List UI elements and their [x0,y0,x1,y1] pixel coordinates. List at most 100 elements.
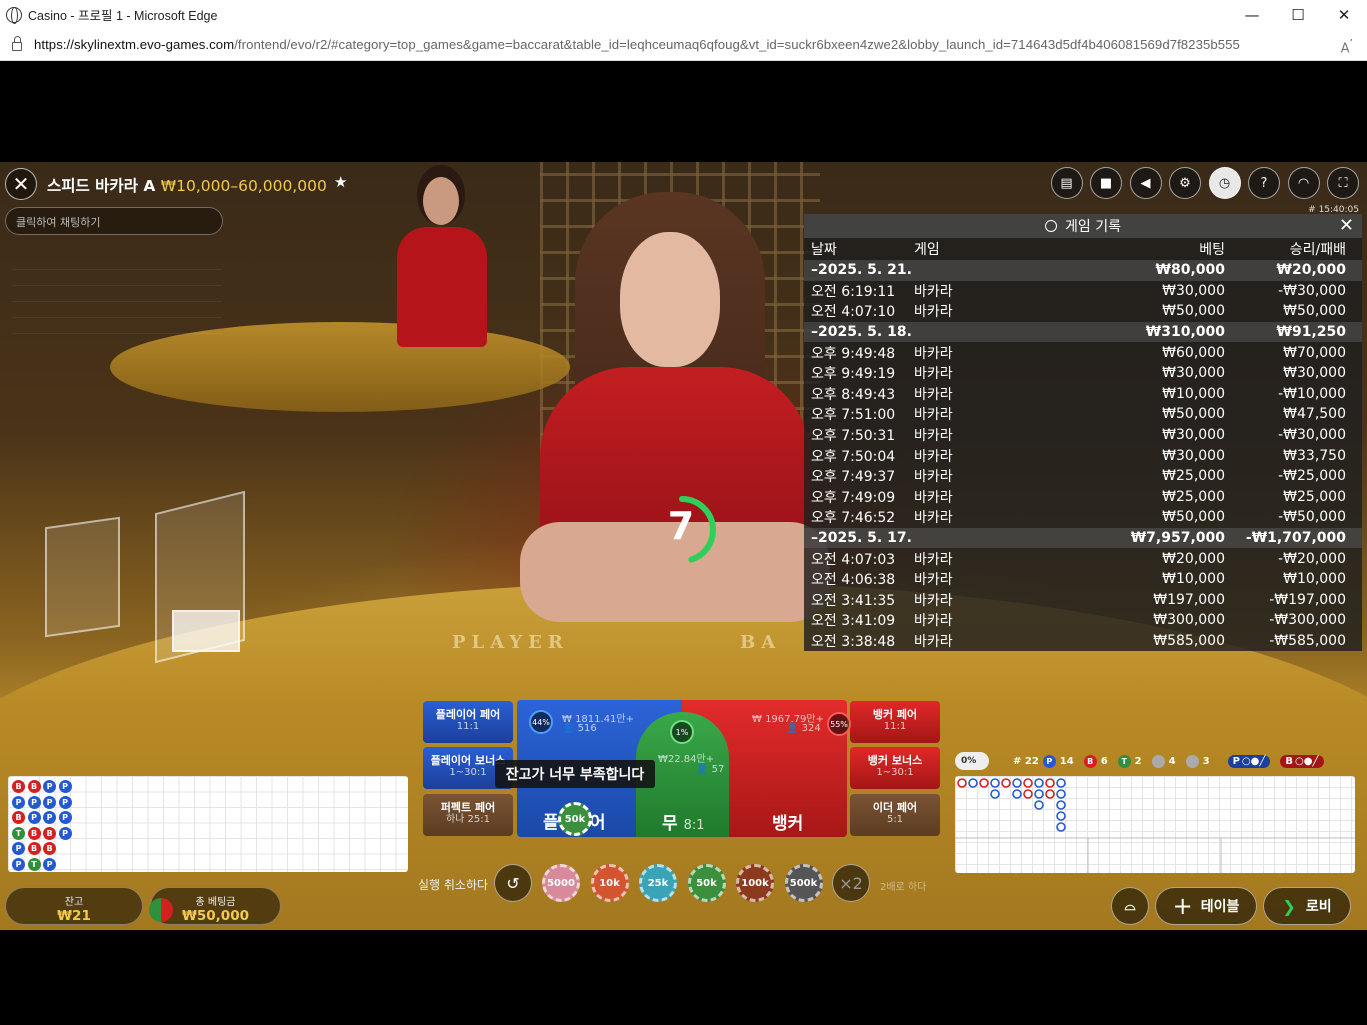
big-road-mark-P [1056,789,1066,799]
history-icon[interactable]: ◷ [1208,167,1241,199]
col-bet: 베팅 [1199,242,1225,258]
url-text[interactable]: https://skylinextm.evo-games.com/fronten… [34,37,1240,52]
background-dealer [385,177,495,347]
insufficient-balance-toast: 잔고가 너무 부족합니다 [495,760,655,788]
chip-100k[interactable]: 100k [736,864,774,902]
history-cell-c3: ₩10,000 [1162,385,1225,402]
undo-icon[interactable]: ↺ [494,864,532,902]
chip-10k[interactable]: 10k [590,864,629,902]
history-row[interactable]: 오후 7:49:09 바카라 ₩25,000 ₩25,000 [804,487,1362,508]
history-cell-c2: 바카라 [914,304,953,321]
chip-500k[interactable]: 500k [784,864,823,902]
lobby-button-label: 로비 [1305,899,1332,915]
history-date-row[interactable]: –2025. 5. 21. ₩80,000 ₩20,000 [804,260,1362,281]
history-row[interactable]: 오후 9:49:19 바카라 ₩30,000 ₩30,000 [804,363,1362,384]
history-date-row[interactable]: –2025. 5. 18. ₩310,000 ₩91,250 [804,321,1362,343]
double-button[interactable]: ×2 [832,864,870,902]
player-ask-button[interactable]: P ○●╱ [1227,754,1271,768]
help-icon[interactable]: ? [1248,167,1280,199]
history-cell-c3: ₩310,000 [1145,324,1225,341]
lock-icon[interactable] [12,36,22,51]
bead-road[interactable]: BPBTPPBPPBBTPPPBBPPPPP [8,776,408,872]
history-row[interactable]: 오후 7:50:04 바카라 ₩30,000 ₩33,750 [804,445,1362,466]
col-date: 날짜 [811,242,837,258]
banker-pair-bet[interactable]: 뱅커 페어 11:1 [850,701,940,743]
history-cell-c2: 바카라 [914,592,953,609]
banker-ask-button[interactable]: B ○●╱ [1280,754,1324,768]
history-cell-c1: –2025. 5. 18. [811,324,912,341]
history-row[interactable]: 오후 7:46:52 바카라 ₩50,000 -₩50,000 [804,507,1362,528]
big-road-mark-B [979,778,989,788]
history-cell-c2: 바카라 [914,407,953,424]
history-cell-c4: ₩70,000 [1283,344,1346,361]
chat-bubble-icon[interactable]: ⌓ [1111,887,1149,925]
history-row[interactable]: 오후 7:49:37 바카라 ₩25,000 -₩25,000 [804,466,1362,487]
history-close-button[interactable]: ✕ [1339,215,1354,236]
fullscreen-icon[interactable]: ⛶ [1327,167,1359,199]
history-row[interactable]: 오전 3:41:35 바카라 ₩197,000 -₩197,000 [804,590,1362,611]
history-cell-c4: ₩33,750 [1283,447,1346,464]
support-icon[interactable]: ◠ [1287,167,1320,199]
big-road-mark-P [1056,778,1066,788]
game-area: PLAYER BA ✕ 스피드 바카라 A ₩10,000–60,000,000… [0,162,1367,930]
banker-label: 뱅커 [772,814,804,834]
read-aloud-icon[interactable]: Aʼ [1341,37,1353,56]
chip-25k[interactable]: 25k [639,864,677,902]
lobby-arrow-icon: ❯ [1282,896,1296,916]
history-cell-c1: –2025. 5. 17. [811,530,912,547]
bead-P: P [43,811,56,824]
history-row[interactable]: 오후 9:49:48 바카라 ₩60,000 ₩70,000 [804,342,1362,363]
big-road-mark-P [1056,800,1066,810]
chat-icon[interactable]: ▤ [1050,167,1083,199]
chat-input[interactable]: 클릭하여 채팅하기 [5,207,223,235]
history-row[interactable]: 오전 4:07:10 바카라 ₩50,000 ₩50,000 [804,301,1362,322]
history-row[interactable]: 오전 3:41:09 바카라 ₩300,000 -₩300,000 [804,610,1362,631]
tie-percent: 1% [670,720,694,744]
bead-P: P [12,857,25,871]
history-cell-c2: 바카라 [914,366,953,383]
player-count: 👤 516 [562,723,597,734]
player-pair-bet[interactable]: 플레이어 페어 11:1 [423,701,513,743]
settings-icon[interactable]: ⚙ [1169,167,1201,199]
history-row[interactable]: 오후 8:49:43 바카라 ₩10,000 -₩10,000 [804,384,1362,405]
player-pair-label: 플레이어 페어 [435,708,501,721]
history-cell-c2: 바카라 [914,572,953,589]
mute-icon[interactable]: ◀ [1129,167,1162,199]
bead-B: B [27,780,41,793]
either-pair-bet[interactable]: 이더 페어 5:1 [850,794,940,836]
address-bar[interactable]: https://skylinextm.evo-games.com/fronten… [0,29,1367,61]
chip-5000[interactable]: 5000 [542,864,580,902]
history-row[interactable]: 오후 7:50:31 바카라 ₩30,000 -₩30,000 [804,425,1362,446]
close-window-button[interactable]: ✕ [1321,0,1367,29]
perfect-pair-bet[interactable]: 퍼펙트 페어 하나 25:1 [423,794,513,836]
history-row[interactable]: 오후 7:51:00 바카라 ₩50,000 ₩47,500 [804,404,1362,425]
history-row[interactable]: 오전 4:06:38 바카라 ₩10,000 ₩10,000 [804,569,1362,590]
lobby-button[interactable]: ❯ 로비 [1263,887,1351,925]
chip-50k[interactable]: 50k [687,864,726,902]
history-row[interactable]: 오전 6:19:11 바카라 ₩30,000 -₩30,000 [804,281,1362,302]
close-game-button[interactable]: ✕ [5,168,37,200]
history-cell-c3: ₩50,000 [1162,303,1225,320]
video-icon[interactable]: ■ [1090,167,1122,199]
history-cell-c1: 오후 7:51:00 [811,407,896,424]
big-road-mark-B [1023,789,1033,799]
history-date-row[interactable]: –2025. 5. 17. ₩7,957,000 -₩1,707,000 [804,527,1362,549]
banker-bonus-bet[interactable]: 뱅커 보너스 1~30:1 [850,747,940,789]
history-cell-c3: ₩20,000 [1162,550,1225,567]
big-road-mark-P [1012,789,1022,799]
history-cell-c4: ₩20,000 [1276,262,1346,279]
history-cell-c4: -₩1,707,000 [1245,530,1346,547]
big-road[interactable] [955,776,1355,873]
balance-label: 잔고 [64,897,84,908]
history-row[interactable]: 오전 4:07:03 바카라 ₩20,000 -₩20,000 [804,548,1362,569]
history-cell-c4: -₩20,000 [1278,550,1346,567]
history-title: 게임 기록 [1065,219,1121,235]
banker-bonus-odds: 1~30:1 [876,767,914,778]
table-button[interactable]: + 테이블 [1155,887,1257,925]
history-column-headers: 날짜 게임 베팅 승리/패배 [804,238,1362,260]
maximize-button[interactable]: ☐ [1275,0,1321,29]
minimize-button[interactable]: — [1229,0,1275,29]
history-row[interactable]: 오전 3:38:48 바카라 ₩585,000 -₩585,000 [804,631,1362,652]
favorite-star-icon[interactable]: ★ [334,173,347,191]
history-cell-c4: -₩300,000 [1269,612,1346,629]
